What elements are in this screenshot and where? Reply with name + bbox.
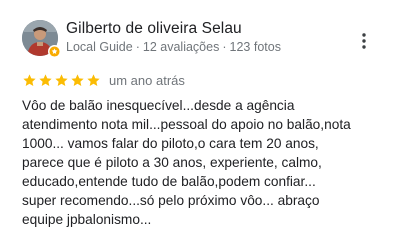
- rating-row: um ano atrás: [22, 72, 185, 88]
- reviewer-name[interactable]: Gilberto de oliveira Selau: [66, 20, 242, 38]
- meta-separator: ·: [222, 40, 227, 54]
- more-options-button[interactable]: [356, 30, 372, 52]
- local-guide-label: Local Guide: [66, 40, 133, 54]
- star-icon: [71, 73, 84, 86]
- star-icon: [55, 73, 68, 86]
- photos-count: 123 fotos: [229, 40, 281, 54]
- review-header: Gilberto de oliveira Selau Local Guide · 1…: [22, 20, 382, 60]
- star-icon: [87, 73, 100, 86]
- review-text-line: educado,entende tudo de balão,podem conf…: [22, 174, 316, 189]
- review-text-line: Vôo de balão inesquecível...desde a agên…: [22, 98, 295, 113]
- review-text-line: 1000... vamos falar do piloto,o cara tem…: [22, 136, 319, 151]
- review-text: Vôo de balão inesquecível...desde a agên…: [22, 96, 382, 229]
- more-vert-icon: [362, 33, 366, 49]
- star-rating: [22, 73, 101, 88]
- review-text-line: parece que é piloto a 30 anos, experient…: [22, 155, 322, 170]
- reviewer-meta: Local Guide · 12 avaliações · 123 fotos: [66, 40, 281, 54]
- star-icon: [39, 73, 52, 86]
- review-card: Gilberto de oliveira Selau Local Guide · 1…: [0, 0, 398, 250]
- local-guide-star-icon: [49, 46, 60, 57]
- local-guide-badge: [48, 45, 61, 58]
- reviews-count: 12 avaliações: [142, 40, 220, 54]
- star-icon: [23, 73, 36, 86]
- review-text-line: atendimento nota mil...pessoal do apoio …: [22, 117, 351, 132]
- review-text-line: equipe jpbalonismo...: [22, 212, 152, 227]
- meta-separator: ·: [135, 40, 140, 54]
- avatar-container[interactable]: [22, 20, 61, 58]
- review-text-line: super recomendo...só pelo próximo vôo...…: [22, 193, 320, 208]
- review-date: um ano atrás: [109, 72, 185, 88]
